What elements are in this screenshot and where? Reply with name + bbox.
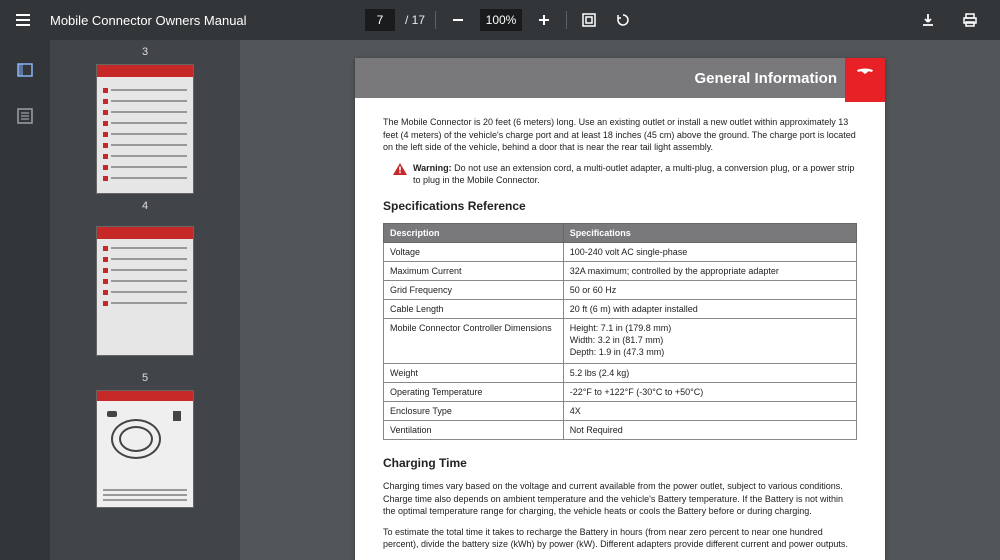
table-row: Weight5.2 lbs (2.4 kg) xyxy=(384,363,857,382)
warning-text: Warning: Do not use an extension cord, a… xyxy=(413,162,857,187)
table-header-row: Description Specifications xyxy=(384,223,857,242)
toolbar: Mobile Connector Owners Manual / 17 xyxy=(0,0,1000,40)
zoom-in-button[interactable] xyxy=(532,8,556,32)
thumbnails-tab-icon[interactable] xyxy=(13,58,37,82)
table-row: Voltage100-240 volt AC single-phase xyxy=(384,242,857,261)
download-button[interactable] xyxy=(916,8,940,32)
tesla-logo-icon xyxy=(845,58,885,102)
menu-icon[interactable] xyxy=(10,7,36,33)
th-spec: Specifications xyxy=(563,223,856,242)
thumbnail-3[interactable] xyxy=(96,64,194,194)
page-total: / 17 xyxy=(405,13,425,27)
side-rail xyxy=(0,40,50,560)
separator xyxy=(435,11,436,29)
table-row: Grid Frequency50 or 60 Hz xyxy=(384,280,857,299)
charging-p2: To estimate the total time it takes to r… xyxy=(383,526,857,551)
warning-icon xyxy=(393,162,407,187)
fit-page-button[interactable] xyxy=(577,8,601,32)
table-row: Maximum Current32A maximum; controlled b… xyxy=(384,261,857,280)
thumb-number: 3 xyxy=(142,46,148,58)
thumbnail-panel: 3 4 5 xyxy=(50,40,240,560)
intro-paragraph: The Mobile Connector is 20 feet (6 meter… xyxy=(383,116,857,154)
table-row: Enclosure Type4X xyxy=(384,401,857,420)
zoom-out-button[interactable] xyxy=(446,8,470,32)
table-row: Operating Temperature-22°F to +122°F (-3… xyxy=(384,382,857,401)
page-header-title: General Information xyxy=(694,70,837,87)
zoom-input[interactable] xyxy=(480,9,522,31)
thumb-number: 4 xyxy=(142,200,148,212)
warning-block: Warning: Do not use an extension cord, a… xyxy=(393,162,857,187)
separator xyxy=(566,11,567,29)
page-header: General Information xyxy=(355,58,885,98)
thumbnail-4[interactable] xyxy=(96,226,194,356)
table-row: Cable Length20 ft (6 m) with adapter ins… xyxy=(384,299,857,318)
outline-tab-icon[interactable] xyxy=(13,104,37,128)
page: General Information The Mobile Connector… xyxy=(355,58,885,560)
document-title: Mobile Connector Owners Manual xyxy=(50,13,247,28)
page-input[interactable] xyxy=(365,9,395,31)
document-viewer[interactable]: General Information The Mobile Connector… xyxy=(240,40,1000,560)
charging-heading: Charging Time xyxy=(383,456,857,470)
spec-table: Description Specifications Voltage100-24… xyxy=(383,223,857,440)
table-row: VentilationNot Required xyxy=(384,420,857,439)
charging-p1: Charging times vary based on the voltage… xyxy=(383,480,857,518)
rotate-button[interactable] xyxy=(611,8,635,32)
spec-heading: Specifications Reference xyxy=(383,199,857,213)
thumb-number: 5 xyxy=(142,372,148,384)
thumbnail-5[interactable] xyxy=(96,390,194,508)
print-button[interactable] xyxy=(958,8,982,32)
table-row: Mobile Connector Controller DimensionsHe… xyxy=(384,318,857,363)
th-description: Description xyxy=(384,223,564,242)
